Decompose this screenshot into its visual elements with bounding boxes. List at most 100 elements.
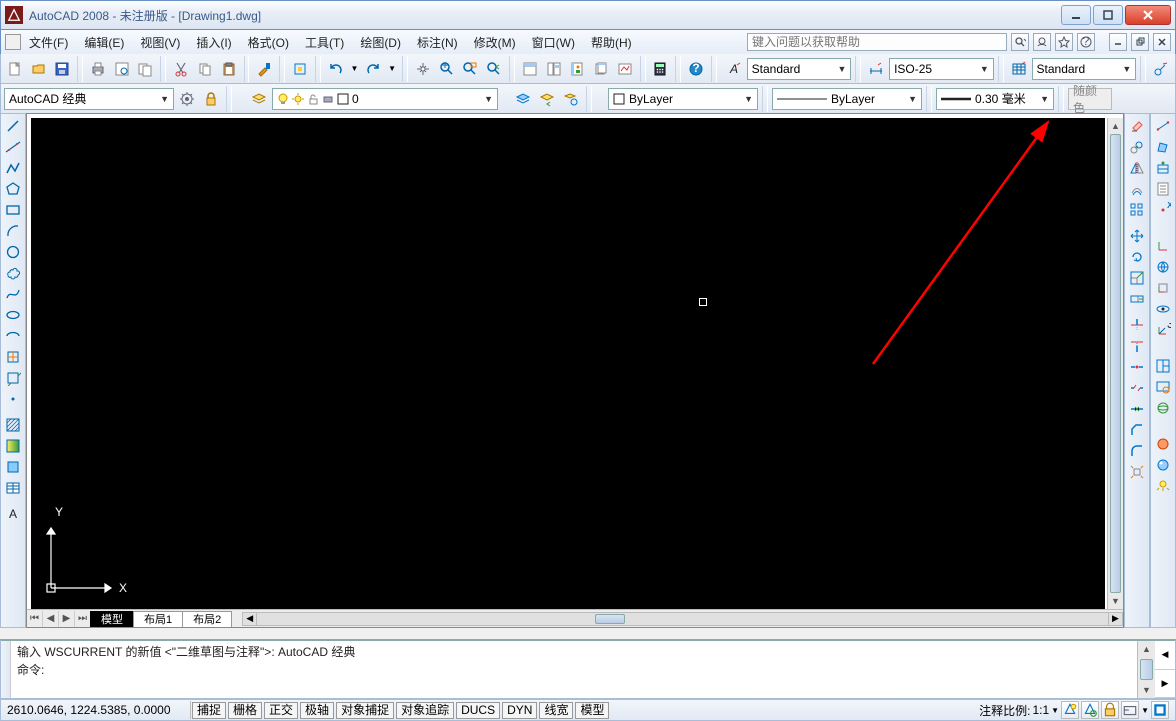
osnap-toggle[interactable]: 对象捕捉 (336, 702, 394, 719)
circle-icon[interactable] (2, 242, 24, 262)
trim-icon[interactable] (1126, 315, 1148, 335)
ucs-icon[interactable] (1152, 236, 1174, 256)
plotstyle-combo[interactable]: 随颜色 (1068, 88, 1112, 110)
status-lock-icon[interactable] (1101, 701, 1119, 719)
array-icon[interactable] (1126, 200, 1148, 220)
menu-window[interactable]: 窗口(W) (524, 32, 583, 53)
dyn-toggle[interactable]: DYN (502, 702, 537, 719)
chamfer-icon[interactable] (1126, 420, 1148, 440)
named-views-icon[interactable] (1152, 377, 1174, 397)
line-icon[interactable] (2, 116, 24, 136)
menu-tools[interactable]: 工具(T) (297, 32, 352, 53)
zoom-window-icon[interactable] (459, 58, 481, 80)
dimstyle-icon[interactable] (865, 58, 887, 80)
open-icon[interactable] (28, 58, 50, 80)
list-icon[interactable] (1152, 179, 1174, 199)
region-mass-icon[interactable] (1152, 158, 1174, 178)
tab-nav-next[interactable]: ▶ (59, 611, 75, 627)
help-search-input[interactable] (747, 33, 1007, 51)
menu-edit[interactable]: 编辑(E) (76, 32, 132, 53)
ucs-view-icon[interactable] (1152, 299, 1174, 319)
save-icon[interactable] (51, 58, 73, 80)
properties-icon[interactable] (519, 58, 541, 80)
tab-nav-prev[interactable]: ◀ (43, 611, 59, 627)
offset-icon[interactable] (1126, 179, 1148, 199)
distance-icon[interactable] (1152, 116, 1174, 136)
multileader-style-icon[interactable] (1150, 58, 1172, 80)
mdi-minimize-button[interactable] (1109, 33, 1127, 51)
tab-layout1[interactable]: 布局1 (133, 611, 183, 627)
break-icon[interactable] (1126, 378, 1148, 398)
menu-file[interactable]: 文件(F) (21, 32, 76, 53)
help-toolbar-icon[interactable]: ? (685, 58, 707, 80)
ducs-toggle[interactable]: DUCS (456, 702, 500, 719)
extend-icon[interactable] (1126, 336, 1148, 356)
table-icon[interactable] (2, 478, 24, 498)
canvas-scrollbar-horizontal[interactable]: ◀▶ (242, 612, 1123, 626)
ucs-3point-icon[interactable]: 3 (1152, 320, 1174, 340)
scale-icon[interactable] (1126, 268, 1148, 288)
fillet-icon[interactable] (1126, 441, 1148, 461)
close-button[interactable] (1125, 5, 1171, 25)
print-icon[interactable] (87, 58, 109, 80)
zoom-realtime-icon[interactable]: + (436, 58, 458, 80)
tab-model[interactable]: 模型 (90, 611, 134, 627)
coordinates-display[interactable]: 2610.0646, 1224.5385, 0.0000 (1, 701, 191, 719)
pan-icon[interactable] (412, 58, 434, 80)
viewports-icon[interactable] (1152, 356, 1174, 376)
match-properties-icon[interactable] (253, 58, 275, 80)
help-icon[interactable]: ? (1077, 33, 1095, 51)
move-icon[interactable] (1126, 226, 1148, 246)
workspace-combo[interactable]: AutoCAD 经典▼ (4, 88, 174, 110)
redo-dropdown[interactable]: ▼ (386, 58, 398, 80)
ucs-world-icon[interactable] (1152, 257, 1174, 277)
area-icon[interactable] (1152, 137, 1174, 157)
snap-toggle[interactable]: 捕捉 (192, 702, 226, 719)
layer-match-icon[interactable] (560, 88, 582, 110)
tab-nav-first[interactable]: ⏮ (27, 611, 43, 627)
maximize-button[interactable] (1093, 5, 1123, 25)
layer-previous-icon[interactable] (536, 88, 558, 110)
layer-combo[interactable]: 0 ▼ (272, 88, 498, 110)
sheet-set-icon[interactable] (590, 58, 612, 80)
spline-icon[interactable] (2, 284, 24, 304)
canvas-scrollbar-vertical[interactable]: ▲▼ (1107, 118, 1123, 609)
rectangle-icon[interactable] (2, 200, 24, 220)
design-center-icon[interactable] (543, 58, 565, 80)
lineweight-combo[interactable]: 0.30 毫米 ▼ (936, 88, 1054, 110)
command-scrollbar[interactable]: ▲▼ (1137, 641, 1155, 698)
revision-cloud-icon[interactable] (2, 263, 24, 283)
publish-icon[interactable] (135, 58, 157, 80)
ortho-toggle[interactable]: 正交 (264, 702, 298, 719)
rotate-icon[interactable] (1126, 247, 1148, 267)
copy-icon[interactable] (194, 58, 216, 80)
explode-icon[interactable] (1126, 462, 1148, 482)
annoscale-icon[interactable] (1061, 701, 1079, 719)
paste-icon[interactable] (218, 58, 240, 80)
insert-block-icon[interactable] (2, 347, 24, 367)
mdi-restore-button[interactable] (1131, 33, 1149, 51)
calc-icon[interactable] (650, 58, 672, 80)
menu-modify[interactable]: 修改(M) (466, 32, 524, 53)
otrack-toggle[interactable]: 对象追踪 (396, 702, 454, 719)
drawing-canvas[interactable]: X Y (31, 118, 1105, 609)
color-combo[interactable]: ByLayer ▼ (608, 88, 758, 110)
ellipse-icon[interactable] (2, 305, 24, 325)
markup-icon[interactable] (614, 58, 636, 80)
undo-icon[interactable] (325, 58, 347, 80)
search-dropdown-button[interactable] (1011, 33, 1029, 51)
document-control-icon[interactable] (5, 34, 21, 50)
gradient-icon[interactable] (2, 436, 24, 456)
menu-dimension[interactable]: 标注(N) (409, 32, 466, 53)
mirror-icon[interactable] (1126, 158, 1148, 178)
linetype-combo[interactable]: ByLayer ▼ (772, 88, 922, 110)
arc-icon[interactable] (2, 221, 24, 241)
tool-palettes-icon[interactable] (566, 58, 588, 80)
layers-manager-icon[interactable] (248, 88, 270, 110)
textstyle-icon[interactable]: A (723, 58, 745, 80)
ucs-object-icon[interactable] (1152, 278, 1174, 298)
tablestyle-combo[interactable]: Standard▼ (1032, 58, 1137, 80)
render-icon[interactable] (1152, 434, 1174, 454)
layer-states-icon[interactable] (512, 88, 534, 110)
workspace-settings-icon[interactable] (176, 88, 198, 110)
